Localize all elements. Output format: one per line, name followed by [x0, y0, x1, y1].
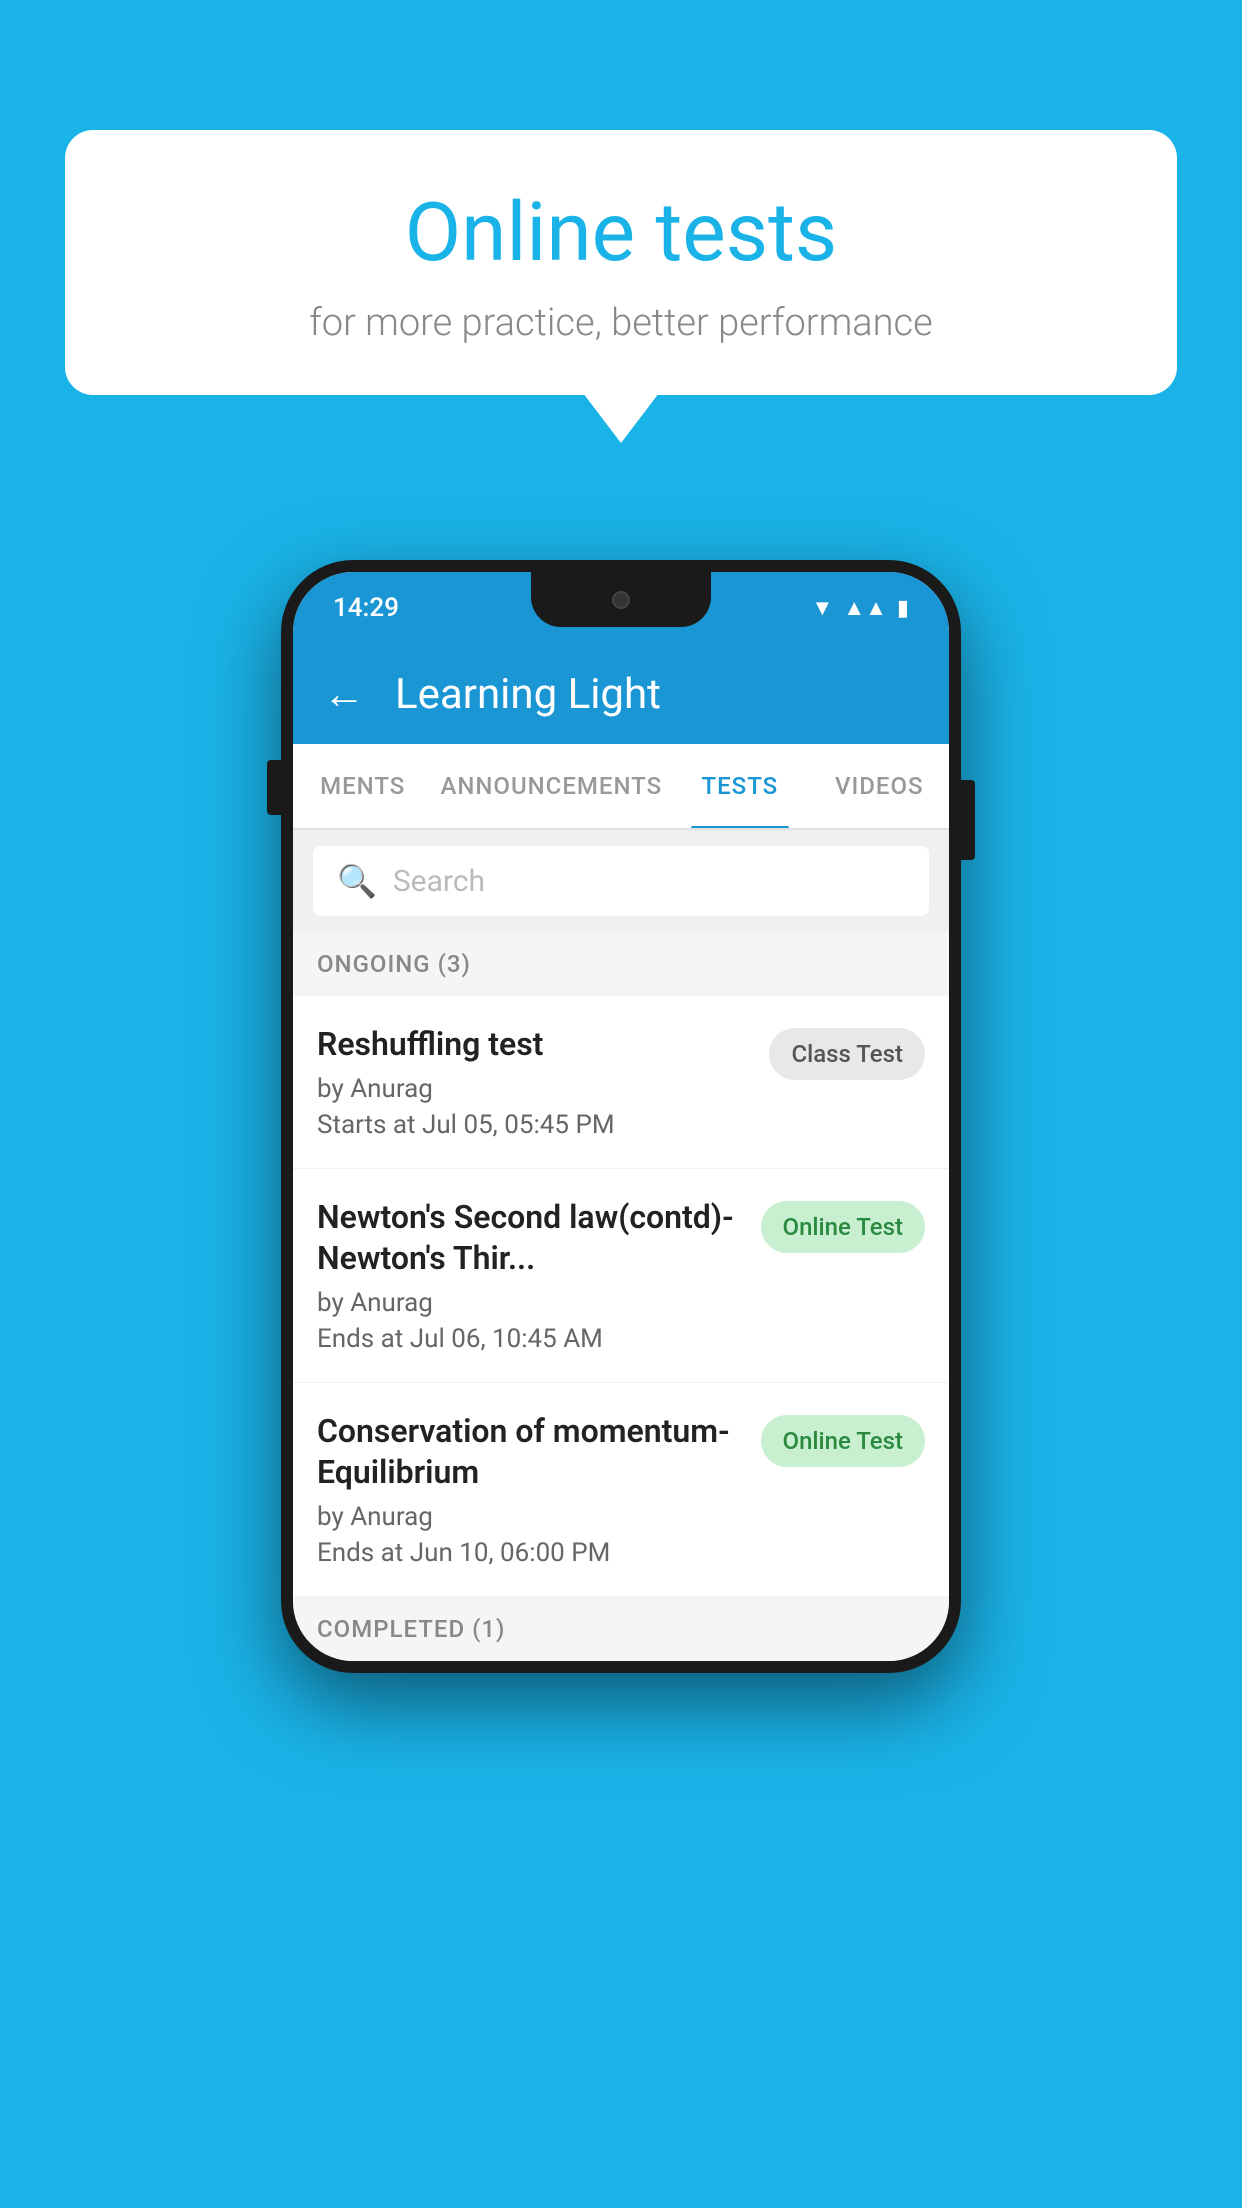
bubble-title: Online tests: [125, 185, 1117, 281]
tab-videos[interactable]: VIDEOS: [810, 744, 949, 828]
test-title: Conservation of momentum-Equilibrium: [317, 1411, 745, 1494]
bubble-subtitle: for more practice, better performance: [125, 301, 1117, 345]
tab-announcements[interactable]: ANNOUNCEMENTS: [432, 744, 670, 828]
test-title: Newton's Second law(contd)-Newton's Thir…: [317, 1197, 745, 1280]
tab-tests[interactable]: TESTS: [670, 744, 809, 828]
test-content: Reshuffling test by Anurag Starts at Jul…: [317, 1024, 753, 1140]
test-item[interactable]: Conservation of momentum-Equilibrium by …: [293, 1383, 949, 1597]
camera-dot: [612, 591, 630, 609]
search-icon: 🔍: [337, 862, 377, 900]
notch: [531, 572, 711, 627]
test-tag-online: Online Test: [761, 1415, 925, 1467]
search-container: 🔍 Search: [293, 830, 949, 932]
speech-bubble: Online tests for more practice, better p…: [65, 130, 1177, 395]
test-content: Newton's Second law(contd)-Newton's Thir…: [317, 1197, 745, 1354]
test-content: Conservation of momentum-Equilibrium by …: [317, 1411, 745, 1568]
status-bar: 14:29 ▼ ▲▲ ▮: [293, 572, 949, 644]
search-placeholder-text: Search: [393, 864, 485, 899]
battery-icon: ▮: [897, 596, 909, 621]
test-item[interactable]: Reshuffling test by Anurag Starts at Jul…: [293, 996, 949, 1169]
phone-mockup: 14:29 ▼ ▲▲ ▮ ← Learning Light MENTS ANNO…: [281, 560, 961, 1673]
test-by: by Anurag: [317, 1288, 745, 1318]
tab-ments[interactable]: MENTS: [293, 744, 432, 828]
speech-bubble-container: Online tests for more practice, better p…: [65, 130, 1177, 395]
phone-outer: 14:29 ▼ ▲▲ ▮ ← Learning Light MENTS ANNO…: [281, 560, 961, 1673]
completed-section-header: COMPLETED (1): [293, 1597, 949, 1661]
test-by: by Anurag: [317, 1074, 753, 1104]
test-tag-class: Class Test: [769, 1028, 925, 1080]
test-item[interactable]: Newton's Second law(contd)-Newton's Thir…: [293, 1169, 949, 1383]
test-tag-online: Online Test: [761, 1201, 925, 1253]
test-time: Ends at Jul 06, 10:45 AM: [317, 1324, 745, 1354]
test-time: Ends at Jun 10, 06:00 PM: [317, 1538, 745, 1568]
wifi-icon: ▼: [812, 595, 834, 621]
app-bar: ← Learning Light: [293, 644, 949, 744]
test-time: Starts at Jul 05, 05:45 PM: [317, 1110, 753, 1140]
tabs-bar: MENTS ANNOUNCEMENTS TESTS VIDEOS: [293, 744, 949, 830]
test-list: Reshuffling test by Anurag Starts at Jul…: [293, 996, 949, 1597]
phone-inner: 14:29 ▼ ▲▲ ▮ ← Learning Light MENTS ANNO…: [293, 572, 949, 1661]
back-button[interactable]: ←: [323, 670, 365, 719]
status-icons: ▼ ▲▲ ▮: [812, 595, 909, 621]
status-time: 14:29: [333, 593, 399, 623]
signal-icon: ▲▲: [843, 595, 887, 621]
test-by: by Anurag: [317, 1502, 745, 1532]
test-title: Reshuffling test: [317, 1024, 753, 1066]
search-box[interactable]: 🔍 Search: [313, 846, 929, 916]
app-title: Learning Light: [395, 670, 661, 719]
ongoing-section-header: ONGOING (3): [293, 932, 949, 996]
